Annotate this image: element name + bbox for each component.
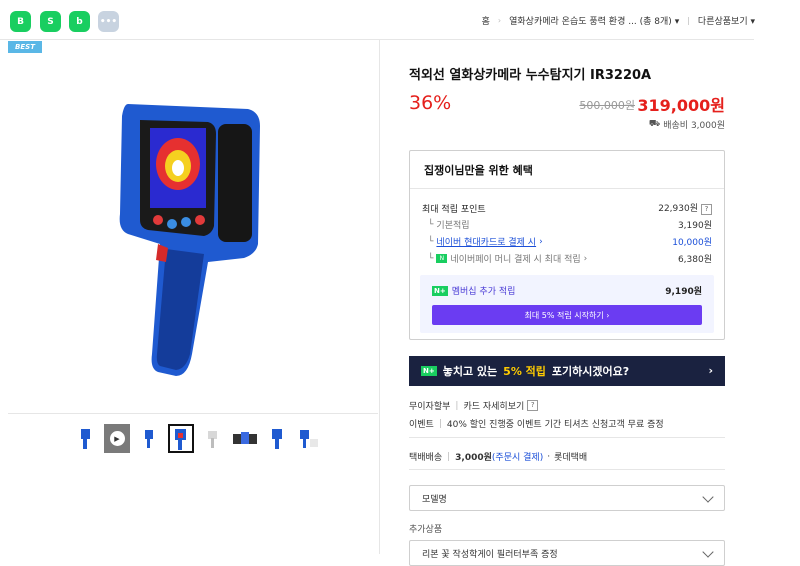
- top-bar: B S b ••• 홈 › 열화상카메라 온습도 풍력 환경 ... (총 8개…: [0, 0, 800, 42]
- best-badge: BEST: [8, 41, 42, 53]
- card-point-value: 10,000원: [672, 238, 712, 248]
- product-title: 적외선 열화상카메라 누수탐지기 IR3220A: [409, 68, 652, 83]
- npay-icon: N: [436, 254, 448, 263]
- money-point-value: 6,380원: [677, 255, 712, 265]
- card-point-link[interactable]: 네이버 현대카드로 결제 시: [436, 235, 536, 248]
- chevron-right-icon: ›: [539, 236, 543, 247]
- product-gallery: BEST ▶: [0, 40, 380, 554]
- chevron-right-icon: ›: [497, 16, 502, 25]
- courier-company: 롯데택배: [554, 453, 588, 463]
- benefit-box: 집쟁이님만을 위한 혜택 최대 적립 포인트 22,930원? └ 기본적립 3,…: [409, 150, 725, 340]
- banner-highlight: 5% 적립: [503, 365, 546, 378]
- card-detail-link[interactable]: 카드 자세히보기: [463, 399, 524, 412]
- courier-label: 택배배송: [409, 453, 443, 463]
- banner-text-post: 포기하시겠어요?: [551, 365, 630, 378]
- tree-branch-icon: └: [428, 236, 434, 247]
- more-share-icon[interactable]: •••: [98, 11, 119, 32]
- band-share-icon[interactable]: B: [10, 11, 31, 32]
- interest-free-link[interactable]: 무이자할부: [409, 399, 450, 412]
- tree-branch-icon: └: [428, 219, 434, 230]
- chevron-right-icon: ›: [583, 253, 588, 264]
- thumbnail-item[interactable]: [72, 424, 98, 453]
- blog-share-icon[interactable]: b: [69, 11, 90, 32]
- courier-row: 택배배송 | 3,000원 (주문시 결제) · 롯데택배: [409, 451, 588, 464]
- membership-start-button[interactable]: 최대 5% 적립 시작하기 ›: [432, 305, 702, 325]
- card-info-row: 무이자할부 | 카드 자세히보기 ?: [409, 399, 539, 412]
- product-main-image[interactable]: [8, 54, 378, 414]
- money-point-label[interactable]: 네이버페이 머니 결제 시 최대 적립: [450, 252, 580, 265]
- thumbnail-item[interactable]: [200, 424, 226, 453]
- basic-point-value: 3,190원: [677, 221, 712, 231]
- shipping-info: ⛟ 배송비 3,000원: [649, 118, 725, 131]
- card-point-row[interactable]: └ 네이버 현대카드로 결제 시 › 10,000원: [428, 235, 712, 249]
- membership-promo-banner[interactable]: N+ 놓치고 있는 5% 적립 포기하시겠어요? ›: [409, 356, 725, 386]
- tree-branch-icon: └: [428, 253, 434, 264]
- event-row: 이벤트 | 40% 할인 진행중 이벤트 기간 티셔츠 신청고객 무료 증정: [409, 418, 664, 431]
- thumbnail-video[interactable]: ▶: [104, 424, 130, 453]
- max-point-label: 최대 적립 포인트: [422, 204, 486, 215]
- nplus-icon: N+: [421, 366, 437, 376]
- thumbnail-item[interactable]: [296, 424, 322, 453]
- banner-text-pre: 놓치고 있는: [442, 365, 498, 378]
- nplus-icon: N+: [432, 285, 448, 296]
- sale-price: 319,000원: [637, 96, 725, 115]
- membership-value: 9,190원: [665, 287, 702, 297]
- play-icon: ▶: [109, 431, 125, 446]
- discount-rate: 36%: [409, 92, 452, 114]
- thumbnail-item[interactable]: [264, 424, 290, 453]
- event-label: 이벤트: [409, 420, 434, 430]
- divider: [8, 413, 378, 414]
- thumbnail-item[interactable]: [232, 424, 258, 453]
- model-select[interactable]: 모델명: [409, 485, 725, 511]
- courier-fee: 3,000원: [455, 453, 492, 463]
- max-point-value: 22,930원: [658, 204, 698, 214]
- divider: [409, 437, 725, 438]
- other-products-link[interactable]: 다른상품보기 ▾: [698, 14, 755, 27]
- thumbnail-strip: ▶: [72, 424, 322, 453]
- thumbnail-item[interactable]: [136, 424, 162, 453]
- breadcrumb-category[interactable]: 열화상카메라 온습도 풍력 환경 ... (총 8개) ▾: [509, 14, 679, 27]
- chevron-right-icon: ›: [708, 364, 713, 377]
- divider: [409, 469, 725, 470]
- membership-box: N+ 멤버십 추가 적립 9,190원 최대 5% 적립 시작하기 ›: [420, 275, 714, 333]
- chevron-down-icon: [702, 491, 714, 503]
- shipping-fee: 배송비 3,000원: [663, 121, 725, 131]
- truck-icon: ⛟: [648, 119, 661, 129]
- max-point-row: 최대 적립 포인트 22,930원?: [422, 201, 712, 215]
- breadcrumb: 홈 › 열화상카메라 온습도 풍력 환경 ... (총 8개) ▾ | 다른상품…: [482, 14, 755, 27]
- benefit-heading: 집쟁이님만을 위한 혜택: [410, 151, 724, 189]
- membership-label: 멤버십 추가 적립: [451, 287, 516, 297]
- divider: |: [687, 16, 690, 25]
- breadcrumb-home[interactable]: 홈: [482, 14, 490, 27]
- chevron-down-icon: [702, 546, 714, 558]
- help-icon[interactable]: ?: [527, 400, 539, 411]
- basic-point-row: └ 기본적립 3,190원: [428, 218, 712, 232]
- additional-product-label: 추가상품: [409, 525, 443, 535]
- original-price: 500,000원: [579, 99, 635, 112]
- money-point-row[interactable]: └ N 네이버페이 머니 결제 시 최대 적립 › 6,380원: [428, 252, 712, 266]
- basic-point-label: 기본적립: [436, 221, 470, 231]
- event-text: 40% 할인 진행중 이벤트 기간 티셔츠 신청고객 무료 증정: [446, 420, 664, 430]
- additional-product-select[interactable]: 리본 꽃 작성학게이 필러터부족 증정: [409, 540, 725, 566]
- courier-note: (주문시 결제): [491, 453, 544, 463]
- thumbnail-item-active[interactable]: [168, 424, 194, 453]
- story-share-icon[interactable]: S: [40, 11, 61, 32]
- membership-row: N+ 멤버십 추가 적립 9,190원: [432, 284, 702, 297]
- help-icon[interactable]: ?: [701, 204, 712, 215]
